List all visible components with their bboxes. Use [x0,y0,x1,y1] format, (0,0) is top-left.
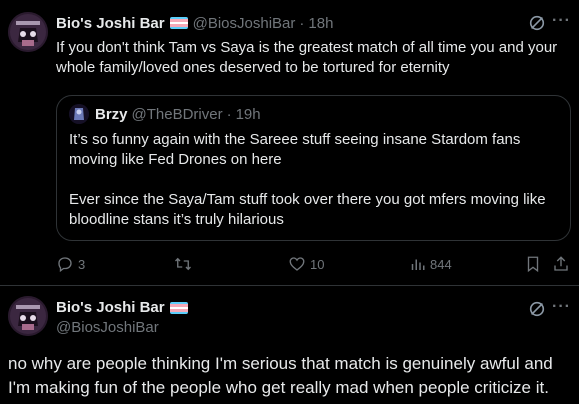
retweet-button[interactable] [173,255,197,273]
quote-paragraph: Ever since the Saya/Tam stuff took over … [69,191,546,228]
grok-icon[interactable] [528,300,546,318]
reply-header: Bio's Joshi Bar @BiosJoshiBar [56,298,193,338]
quote-paragraph: It’s so funny again with the Sareee stuf… [69,131,521,168]
more-icon[interactable]: ··· [552,12,571,30]
views-button[interactable]: 844 [408,255,452,273]
author-handle[interactable]: @BiosJoshiBar [193,15,296,32]
trans-flag-icon [169,302,188,314]
author-name[interactable]: Bio's Joshi Bar [56,15,165,32]
tweet[interactable]: Bio's Joshi Bar @BiosJoshiBar · 18h ··· … [0,0,579,285]
bookmark-icon [527,256,539,273]
share-icon [554,256,568,271]
quote-timestamp[interactable]: 19h [236,106,261,123]
quote-separator: · [226,105,232,123]
timestamp[interactable]: 18h [308,15,333,32]
quote-header: Brzy @TheBDriver · 19h [69,104,261,124]
quote-text: It’s so funny again with the Sareee stuf… [69,130,564,230]
views-icon [411,259,425,270]
tweet-actions: 3 10 844 [56,255,571,275]
reply-button[interactable]: 3 [56,255,85,273]
more-icon[interactable]: ··· [552,298,571,316]
quote-avatar[interactable] [69,104,89,124]
tweet-header: Bio's Joshi Bar @BiosJoshiBar · 18h [56,13,333,33]
quoted-tweet[interactable]: Brzy @TheBDriver · 19h It’s so funny aga… [56,95,571,241]
reply-text: no why are people thinking I'm serious t… [8,354,553,397]
like-count: 10 [310,256,325,272]
reply-icon [58,257,72,273]
quote-author-name[interactable]: Brzy [95,106,128,123]
tweet-text: If you don't think Tam vs Saya is the gr… [56,39,558,76]
quote-author-handle[interactable]: @TheBDriver [132,106,223,123]
reply-count: 3 [78,256,86,272]
trans-flag-icon [169,17,188,29]
divider [0,285,579,286]
avatar[interactable] [8,12,48,52]
like-button[interactable]: 10 [288,255,324,273]
views-count: 844 [430,256,452,272]
reply-avatar[interactable] [8,296,48,336]
share-button[interactable] [552,255,574,273]
reply-author-handle[interactable]: @BiosJoshiBar [56,318,193,338]
like-icon [289,257,305,271]
separator: · [299,14,305,32]
bookmark-button[interactable] [524,255,546,273]
retweet-icon [175,257,191,271]
reply-author-name[interactable]: Bio's Joshi Bar [56,298,165,318]
grok-icon[interactable] [528,14,546,32]
